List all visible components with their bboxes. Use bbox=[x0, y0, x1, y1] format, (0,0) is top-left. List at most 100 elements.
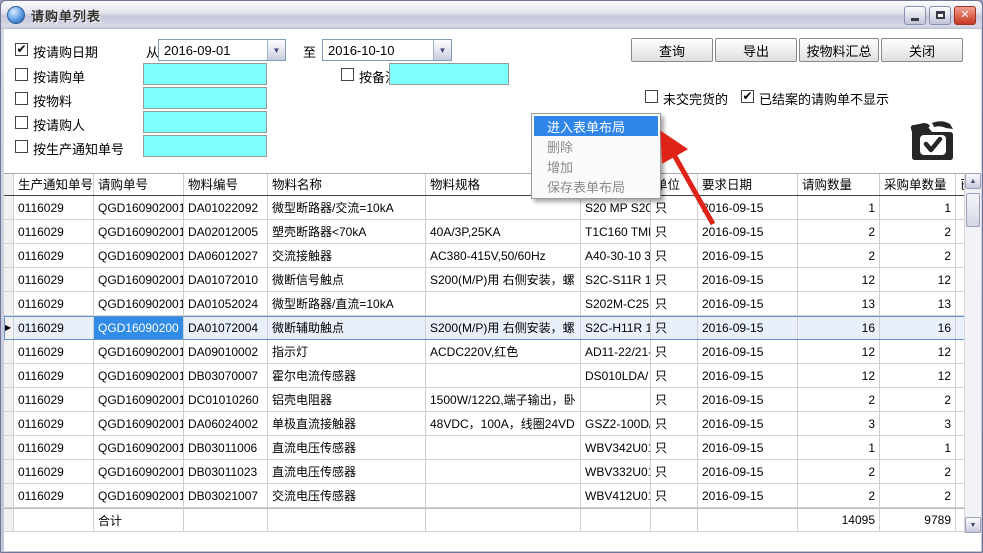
menu-item-enter-form-layout[interactable]: 进入表单布局 bbox=[534, 116, 658, 136]
table-row[interactable]: 0116029QGD160902001DB03021007交流电压传感器WBV4… bbox=[4, 484, 981, 508]
query-button[interactable]: 查询 bbox=[631, 38, 713, 62]
scroll-down-icon[interactable]: ▼ bbox=[965, 517, 981, 533]
filter-requester-input[interactable] bbox=[143, 111, 267, 133]
cell-name: 交流接触器 bbox=[268, 244, 426, 267]
scroll-up-icon[interactable]: ▲ bbox=[965, 173, 981, 189]
row-indicator bbox=[4, 412, 14, 435]
filter-notice-input[interactable] bbox=[143, 135, 267, 157]
cell-qty: 2 bbox=[798, 244, 880, 267]
chevron-down-icon[interactable]: ▼ bbox=[267, 40, 285, 60]
minimize-button[interactable] bbox=[904, 6, 926, 25]
table-row[interactable]: 0116029QGD160902001DA06024002单极直流接触器48VD… bbox=[4, 412, 981, 436]
cell-qty: 12 bbox=[798, 268, 880, 291]
filter-material-input[interactable] bbox=[143, 87, 267, 109]
column-header[interactable]: 采购单数量 bbox=[880, 174, 956, 195]
cell-unit: 只 bbox=[651, 292, 698, 315]
close-button[interactable]: ✕ bbox=[954, 6, 976, 25]
row-indicator bbox=[4, 364, 14, 387]
closed-hidden-checkbox[interactable]: ✔ bbox=[741, 90, 754, 103]
row-indicator: ▶ bbox=[4, 316, 14, 339]
table-row[interactable]: ▶0116029QGD16090200DA01072004微断辅助触点S200(… bbox=[4, 316, 981, 340]
cell-unit: 只 bbox=[651, 436, 698, 459]
filter-remark-input[interactable] bbox=[389, 63, 509, 85]
cell-code: DC01010260 bbox=[184, 388, 268, 411]
row-indicator bbox=[4, 244, 14, 267]
vertical-scrollbar[interactable]: ▲ ▼ bbox=[964, 173, 981, 533]
column-header[interactable]: 物料编号 bbox=[184, 174, 268, 195]
menu-item-save-form-layout[interactable]: 保存表单布局 bbox=[534, 176, 658, 196]
row-indicator bbox=[4, 436, 14, 459]
date-from-combo[interactable]: 2016-09-01 ▼ bbox=[158, 39, 286, 61]
filter-req-label: 按请购单 bbox=[33, 67, 85, 86]
cell-spec bbox=[426, 436, 581, 459]
close-icon: ✕ bbox=[960, 10, 969, 21]
table-row[interactable]: 0116029QGD160902001DA01022092微型断路器/交流=10… bbox=[4, 196, 981, 220]
table-row[interactable]: 0116029QGD160902001DA01072010微断信号触点S200(… bbox=[4, 268, 981, 292]
client-area: ✔ 按请购日期 从 2016-09-01 ▼ 至 2016-10-10 ▼ 查询… bbox=[4, 29, 981, 551]
table-row[interactable]: 0116029QGD160902001DA02012005塑壳断路器<70kA4… bbox=[4, 220, 981, 244]
cell-notice: 0116029 bbox=[14, 316, 94, 339]
table-row[interactable]: 0116029QGD160902001DB03011023直流电压传感器WBV3… bbox=[4, 460, 981, 484]
context-menu: 进入表单布局 删除 增加 保存表单布局 bbox=[531, 113, 661, 199]
cell-name: 微型断路器/直流=10kA bbox=[268, 292, 426, 315]
filter-notice-checkbox[interactable] bbox=[15, 140, 28, 153]
cell-po: 2 bbox=[880, 244, 956, 267]
cell-unit: 只 bbox=[651, 220, 698, 243]
filter-req-input[interactable] bbox=[143, 63, 267, 85]
table-row[interactable]: 0116029QGD160902001DA09010002指示灯ACDC220V… bbox=[4, 340, 981, 364]
cell-model: WBV332U01 bbox=[581, 460, 651, 483]
cell-code: DB03070007 bbox=[184, 364, 268, 387]
table-row[interactable]: 0116029QGD160902001DC01010260铝壳电阻器1500W/… bbox=[4, 388, 981, 412]
title-bar[interactable]: 请购单列表 ✕ bbox=[1, 1, 982, 29]
date-to-combo[interactable]: 2016-10-10 ▼ bbox=[322, 39, 452, 61]
minimize-icon bbox=[911, 18, 919, 21]
filter-date-checkbox[interactable]: ✔ bbox=[15, 43, 28, 56]
cell-req: QGD16090200 bbox=[94, 316, 184, 339]
cell-spec: 48VDC，100A，线圈24VD bbox=[426, 412, 581, 435]
close-window-button[interactable]: 关闭 bbox=[881, 38, 963, 62]
cell-code: DA01022092 bbox=[184, 196, 268, 219]
summarize-by-material-button[interactable]: 按物料汇总 bbox=[799, 38, 879, 62]
maximize-button[interactable] bbox=[929, 6, 951, 25]
table-row[interactable]: 0116029QGD160902001DA01052024微型断路器/直流=10… bbox=[4, 292, 981, 316]
column-header[interactable]: 请购数量 bbox=[798, 174, 880, 195]
cell-spec bbox=[426, 364, 581, 387]
total-row: 合计140959789 bbox=[4, 508, 981, 532]
vertical-scroll-thumb[interactable] bbox=[966, 193, 980, 227]
table-row[interactable]: 0116029QGD160902001DB03070007霍尔电流传感器DS01… bbox=[4, 364, 981, 388]
cell-code: DA06012027 bbox=[184, 244, 268, 267]
cell-po: 12 bbox=[880, 340, 956, 363]
table-row[interactable]: 0116029QGD160902001DA06012027交流接触器AC380-… bbox=[4, 244, 981, 268]
cell-unit: 只 bbox=[651, 412, 698, 435]
cell-model: A40-30-10 3 bbox=[581, 244, 651, 267]
folder-check-icon[interactable] bbox=[906, 115, 958, 165]
column-header[interactable]: 生产通知单号 bbox=[14, 174, 94, 195]
column-header[interactable]: 请购单号 bbox=[94, 174, 184, 195]
cell-po: 1 bbox=[880, 436, 956, 459]
chevron-down-icon[interactable]: ▼ bbox=[433, 40, 451, 60]
cell-code: DA01052024 bbox=[184, 292, 268, 315]
cell-notice: 0116029 bbox=[14, 220, 94, 243]
column-header[interactable]: 物料名称 bbox=[268, 174, 426, 195]
cell-name: 塑壳断路器<70kA bbox=[268, 220, 426, 243]
column-header[interactable]: 要求日期 bbox=[698, 174, 798, 195]
filter-material-checkbox[interactable] bbox=[15, 92, 28, 105]
menu-item-add[interactable]: 增加 bbox=[534, 156, 658, 176]
undelivered-checkbox[interactable] bbox=[645, 90, 658, 103]
window-title: 请购单列表 bbox=[31, 6, 901, 25]
cell-date: 2016-09-15 bbox=[698, 340, 798, 363]
menu-item-delete[interactable]: 删除 bbox=[534, 136, 658, 156]
filter-remark-checkbox[interactable] bbox=[341, 68, 354, 81]
cell-notice: 0116029 bbox=[14, 364, 94, 387]
table-row[interactable]: 0116029QGD160902001DB03011006直流电压传感器WBV3… bbox=[4, 436, 981, 460]
export-button[interactable]: 导出 bbox=[715, 38, 797, 62]
cell-code: DB03011006 bbox=[184, 436, 268, 459]
cell-model: S2C-H11R 1 bbox=[581, 316, 651, 339]
cell-model: WBV412U01 bbox=[581, 484, 651, 507]
cell-qty: 2 bbox=[798, 484, 880, 507]
filter-req-checkbox[interactable] bbox=[15, 68, 28, 81]
grid-header-row[interactable]: 生产通知单号请购单号物料编号物料名称物料规格单位要求日期请购数量采购单数量已 bbox=[4, 173, 981, 196]
cell-req: QGD160902001 bbox=[94, 268, 184, 291]
cell-req: QGD160902001 bbox=[94, 484, 184, 507]
filter-requester-checkbox[interactable] bbox=[15, 116, 28, 129]
